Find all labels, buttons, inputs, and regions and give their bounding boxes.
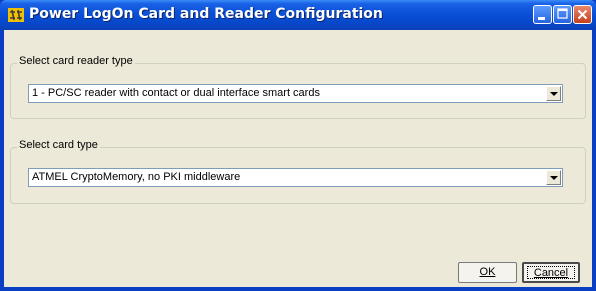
ok-button[interactable]: OK [458, 262, 517, 283]
window-bottom-border [0, 287, 596, 291]
card-type-select[interactable]: ATMEL CryptoMemory, no PKI middleware [28, 168, 563, 187]
reader-type-dropdown-button[interactable] [546, 86, 561, 101]
minimize-button[interactable] [533, 5, 552, 24]
close-button[interactable] [573, 5, 592, 24]
minimize-icon [538, 17, 545, 20]
cancel-button[interactable]: Cancel [522, 262, 580, 283]
reader-type-group-label: Select card reader type [17, 55, 135, 67]
chevron-down-icon [550, 176, 558, 180]
window-title: Power LogOn Card and Reader Configuratio… [29, 6, 383, 22]
card-type-value: ATMEL CryptoMemory, no PKI middleware [32, 171, 241, 183]
card-type-dropdown-button[interactable] [546, 170, 561, 185]
title-bar[interactable]: Power LogOn Card and Reader Configuratio… [0, 0, 596, 30]
app-icon [8, 8, 24, 22]
dialog-window: Power LogOn Card and Reader Configuratio… [0, 0, 596, 291]
ok-button-label: OK [479, 266, 496, 278]
maximize-button[interactable] [553, 5, 572, 24]
card-type-group: Select card type ATMEL CryptoMemory, no … [10, 139, 586, 204]
close-icon [577, 9, 588, 20]
reader-type-group: Select card reader type 1 - PC/SC reader… [10, 55, 586, 119]
dialog-client-area: Select card reader type 1 - PC/SC reader… [4, 30, 592, 287]
card-type-group-label: Select card type [17, 139, 100, 151]
chevron-down-icon [550, 92, 558, 96]
reader-type-value: 1 - PC/SC reader with contact or dual in… [32, 87, 320, 99]
maximize-icon [557, 8, 568, 19]
reader-type-select[interactable]: 1 - PC/SC reader with contact or dual in… [28, 84, 563, 103]
focus-rect [527, 266, 575, 279]
